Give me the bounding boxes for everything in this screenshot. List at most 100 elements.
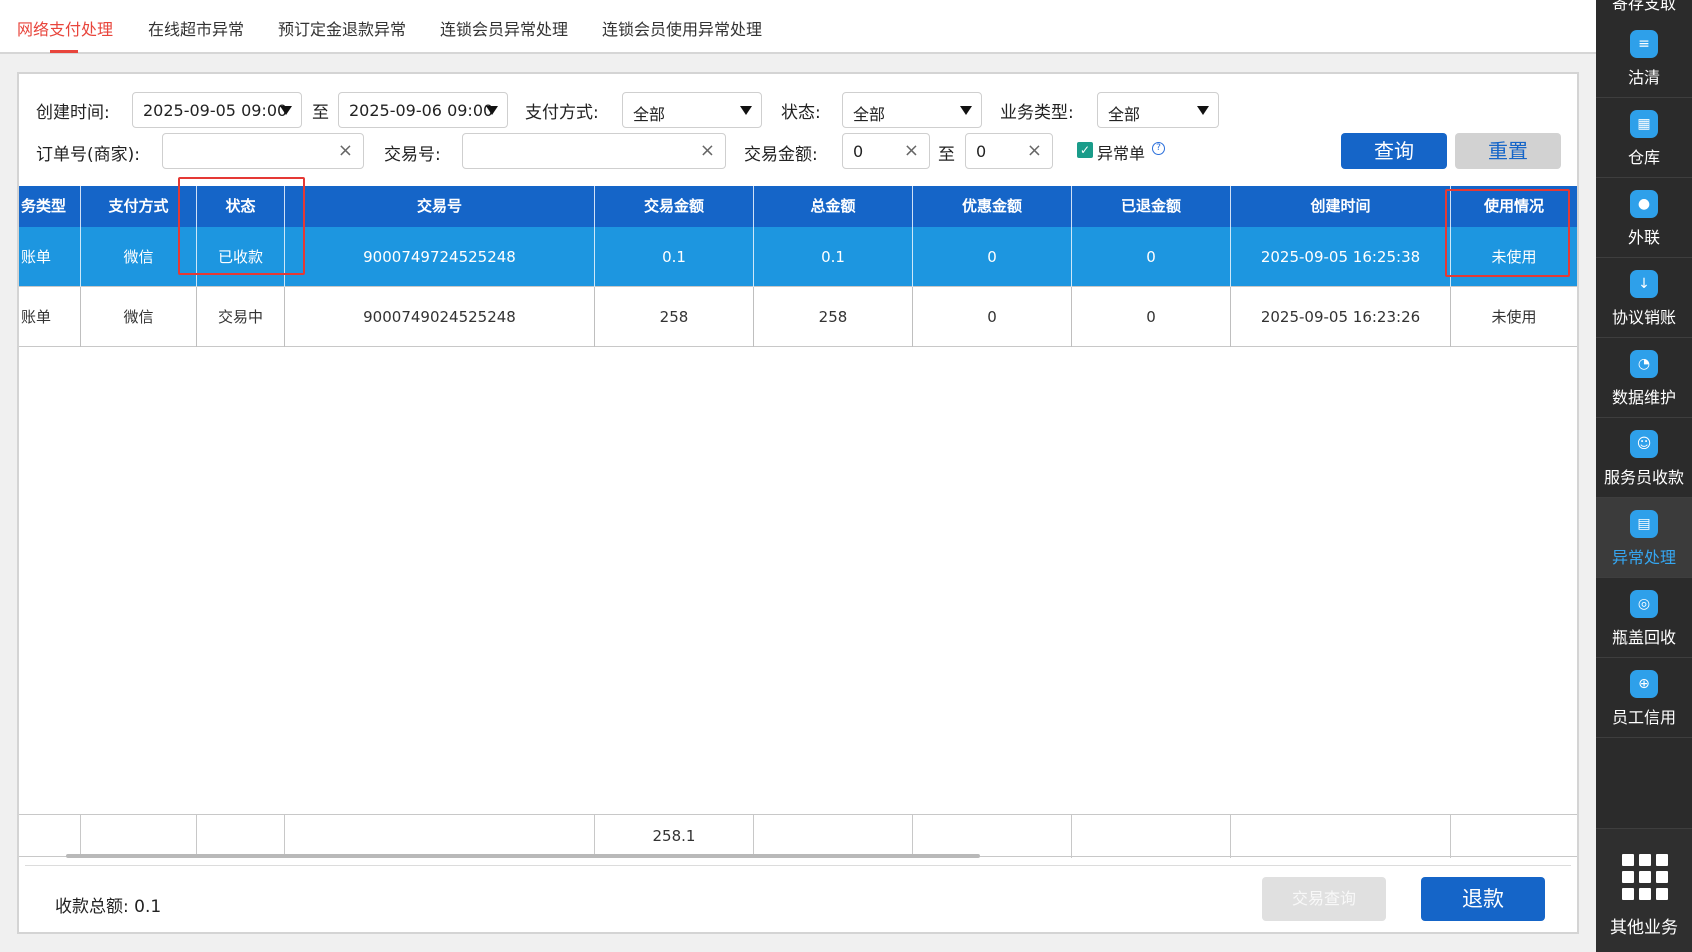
created-from-select[interactable]: 2025-09-05 09:00 [132,92,302,128]
amount-to-input[interactable]: 0 × [965,133,1053,169]
summary-cell [1072,815,1231,858]
tab-network-payment[interactable]: 网络支付处理 [17,16,113,40]
amount-label: 交易金额: [744,145,818,165]
abnormal-checkbox[interactable]: ✓ [1077,142,1093,158]
sidebar-item-label: 沽清 [1627,68,1660,87]
pay-method-select[interactable]: 全部 [622,92,762,128]
created-to-select[interactable]: 2025-09-06 09:00 [338,92,508,128]
help-icon[interactable]: ? [1152,142,1165,155]
credit-icon: ⊕ [1630,670,1658,698]
sidebar-item-label: 员工信用 [1611,708,1676,727]
created-time-label: 创建时间: [36,103,110,123]
right-sidebar: 寄存支取 ≡ 沽清 ▦ 仓库 ● 外联 ↓ 协议销账 ◔ 数据维护 ☺ 服务员收… [1596,0,1692,952]
active-tab-indicator [50,50,78,53]
download-icon: ↓ [1630,270,1658,298]
sidebar-item-staff-credit[interactable]: ⊕ 员工信用 [1596,658,1692,738]
amount-from-input[interactable]: 0 × [842,133,930,169]
order-no-input[interactable]: × [162,133,364,169]
sidebar-more-label: 其他业务 [1610,918,1678,938]
tab-chain-member[interactable]: 连锁会员异常处理 [440,16,568,40]
cell-status: 交易中 [197,287,285,347]
clear-icon[interactable]: × [904,140,919,161]
col-total-amount[interactable]: 总金额 [754,186,913,227]
sidebar-item-data-maintenance[interactable]: ◔ 数据维护 [1596,338,1692,418]
sidebar-item-label: 异常处理 [1611,548,1676,567]
clear-icon[interactable]: × [338,140,353,161]
grid-icon [1622,854,1668,900]
cell-discount-amount: 0 [913,227,1072,287]
trade-no-input[interactable]: × [462,133,726,169]
col-discount-amount[interactable]: 优惠金额 [913,186,1072,227]
tab-deposit-refund[interactable]: 预订定金退款异常 [278,16,406,40]
biz-type-select[interactable]: 全部 [1097,92,1219,128]
summary-cell [913,815,1072,858]
dropdown-arrow-icon [960,106,972,115]
clear-icon[interactable]: × [700,140,715,161]
total-label: 收款总额: [55,897,129,917]
dropdown-arrow-icon [740,106,752,115]
sidebar-item-label: 瓶盖回收 [1611,628,1676,647]
status-select[interactable]: 全部 [842,92,982,128]
refund-button[interactable]: 退款 [1421,877,1545,921]
tab-chain-member-usage[interactable]: 连锁会员使用异常处理 [602,16,762,40]
cell-total-amount: 258 [754,287,913,347]
summary-trade-amount: 258.1 [595,815,754,858]
dropdown-arrow-icon [1197,106,1209,115]
cell-created-time: 2025-09-05 16:25:38 [1231,227,1451,287]
clear-icon[interactable]: × [1027,140,1042,161]
created-from-value: 2025-09-05 09:00 [143,101,288,120]
col-biz-type[interactable]: 务类型 [19,186,81,227]
sidebar-item-more[interactable]: 其他业务 [1596,828,1692,952]
sidebar-item-guqing[interactable]: ≡ 沽清 [1596,18,1692,98]
col-created-time[interactable]: 创建时间 [1231,186,1451,227]
biz-type-value: 全部 [1108,105,1141,124]
sidebar-item-label: 协议销账 [1611,308,1676,327]
cell-created-time: 2025-09-05 16:23:26 [1231,287,1451,347]
col-trade-no[interactable]: 交易号 [285,186,595,227]
list-icon: ≡ [1630,30,1658,58]
summary-row: 258.1 [19,814,1577,858]
cell-trade-no: 9000749724525248 [285,227,595,287]
amount-range-to-label: 至 [938,145,955,165]
horizontal-scrollbar[interactable] [66,854,980,858]
created-to-value: 2025-09-06 09:00 [349,101,494,120]
biz-type-label: 业务类型: [1000,103,1074,123]
cell-biz-type: 账单 [19,227,81,287]
abnormal-label: 异常单 [1097,144,1146,163]
main-panel: 创建时间: 2025-09-05 09:00 至 2025-09-06 09:0… [17,72,1579,934]
trade-no-label: 交易号: [384,145,441,165]
query-button[interactable]: 查询 [1341,133,1447,169]
order-no-label: 订单号(商家): [36,145,140,165]
cell-discount-amount: 0 [913,287,1072,347]
dropdown-arrow-icon [486,106,498,115]
trade-query-button[interactable]: 交易查询 [1262,877,1386,921]
sidebar-item-external[interactable]: ● 外联 [1596,178,1692,258]
col-trade-amount[interactable]: 交易金额 [595,186,754,227]
sidebar-item-label: 数据维护 [1611,388,1676,407]
sidebar-item-label: 仓库 [1627,148,1660,167]
highlight-status-box [178,177,305,275]
cell-trade-amount: 258 [595,287,754,347]
total-value: 0.1 [134,897,162,917]
pay-method-value: 全部 [633,105,666,124]
pay-method-label: 支付方式: [525,103,599,123]
summary-cell [197,815,285,858]
sidebar-item-agreement[interactable]: ↓ 协议销账 [1596,258,1692,338]
cell-pay-method: 微信 [81,287,197,347]
recycle-icon: ◎ [1630,590,1658,618]
reset-button[interactable]: 重置 [1455,133,1561,169]
col-refunded-amount[interactable]: 已退金额 [1072,186,1231,227]
tab-online-market[interactable]: 在线超市异常 [148,16,244,40]
sidebar-item-warehouse[interactable]: ▦ 仓库 [1596,98,1692,178]
summary-cell [754,815,913,858]
total-received: 收款总额: 0.1 [55,892,161,917]
sidebar-item-partial[interactable]: 寄存支取 [1596,0,1692,14]
amount-to-value: 0 [976,142,987,161]
divider [25,865,1571,866]
cell-usage: 未使用 [1491,308,1537,326]
sidebar-item-waiter-collection[interactable]: ☺ 服务员收款 [1596,418,1692,498]
sidebar-item-cap-recycle[interactable]: ◎ 瓶盖回收 [1596,578,1692,658]
sidebar-item-exception[interactable]: ▤ 异常处理 [1596,498,1692,578]
cell-refunded-amount: 0 [1072,287,1231,347]
table-row[interactable]: 账单 微信 交易中 9000749024525248 258 258 0 0 2… [19,287,1577,347]
